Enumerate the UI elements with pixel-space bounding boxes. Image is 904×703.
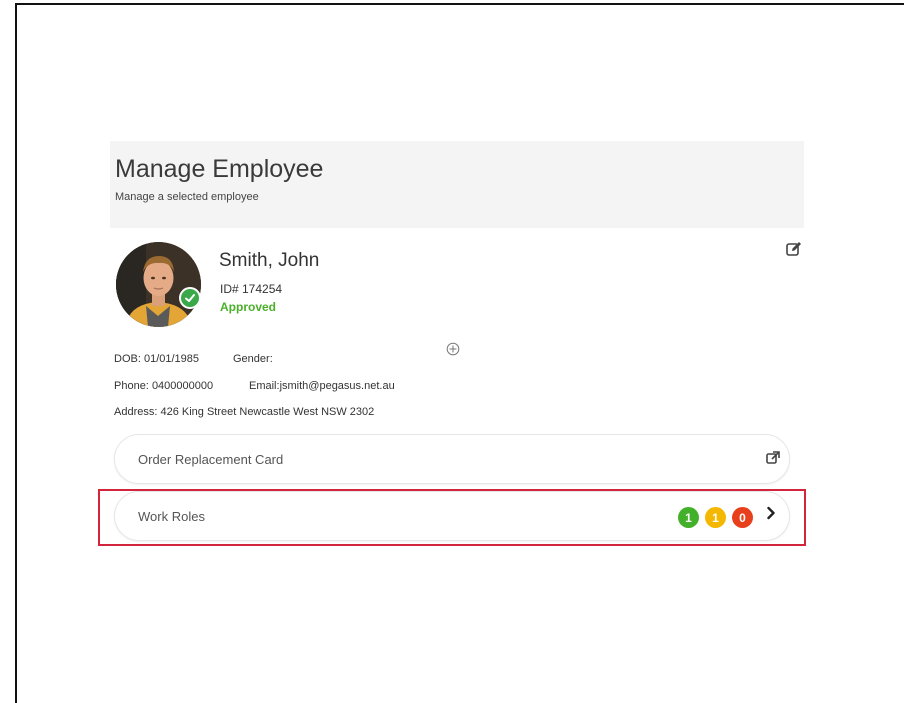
check-icon bbox=[179, 287, 201, 309]
dob-field: DOB: 01/01/1985 bbox=[114, 353, 199, 365]
gender-label: Gender: bbox=[233, 353, 273, 365]
employee-name: Smith, John bbox=[219, 250, 320, 271]
address-label: Address: bbox=[114, 406, 158, 418]
status-badge: Approved bbox=[220, 300, 277, 314]
phone-value: 0400000000 bbox=[151, 380, 214, 392]
page-subtitle: Manage a selected employee bbox=[115, 191, 259, 203]
avatar bbox=[116, 242, 201, 327]
page-header: Manage Employee Manage a selected employ… bbox=[110, 141, 804, 228]
email-value: jsmith@pegasus.net.au bbox=[279, 380, 395, 392]
edit-icon[interactable] bbox=[785, 240, 805, 260]
dob-value: 01/01/1985 bbox=[143, 353, 200, 365]
page-title: Manage Employee bbox=[115, 155, 324, 183]
order-replacement-card-button[interactable]: Order Replacement Card bbox=[114, 434, 790, 484]
address-field: Address: 426 King Street Newcastle West … bbox=[114, 406, 374, 418]
add-circle-icon[interactable] bbox=[446, 342, 460, 356]
phone-label: Phone: bbox=[114, 380, 149, 392]
phone-field: Phone: 0400000000 bbox=[114, 380, 213, 392]
email-label: Email: bbox=[249, 380, 280, 392]
employee-id: ID# 174254 bbox=[220, 282, 283, 296]
highlight-box bbox=[98, 489, 806, 546]
email-field: Email:jsmith@pegasus.net.au bbox=[249, 380, 395, 392]
address-value: 426 King Street Newcastle West NSW 2302 bbox=[160, 406, 375, 418]
external-link-icon bbox=[766, 451, 780, 470]
gender-field: Gender: bbox=[233, 353, 273, 365]
order-replacement-card-label: Order Replacement Card bbox=[138, 452, 284, 467]
dob-label: DOB: bbox=[114, 353, 141, 365]
